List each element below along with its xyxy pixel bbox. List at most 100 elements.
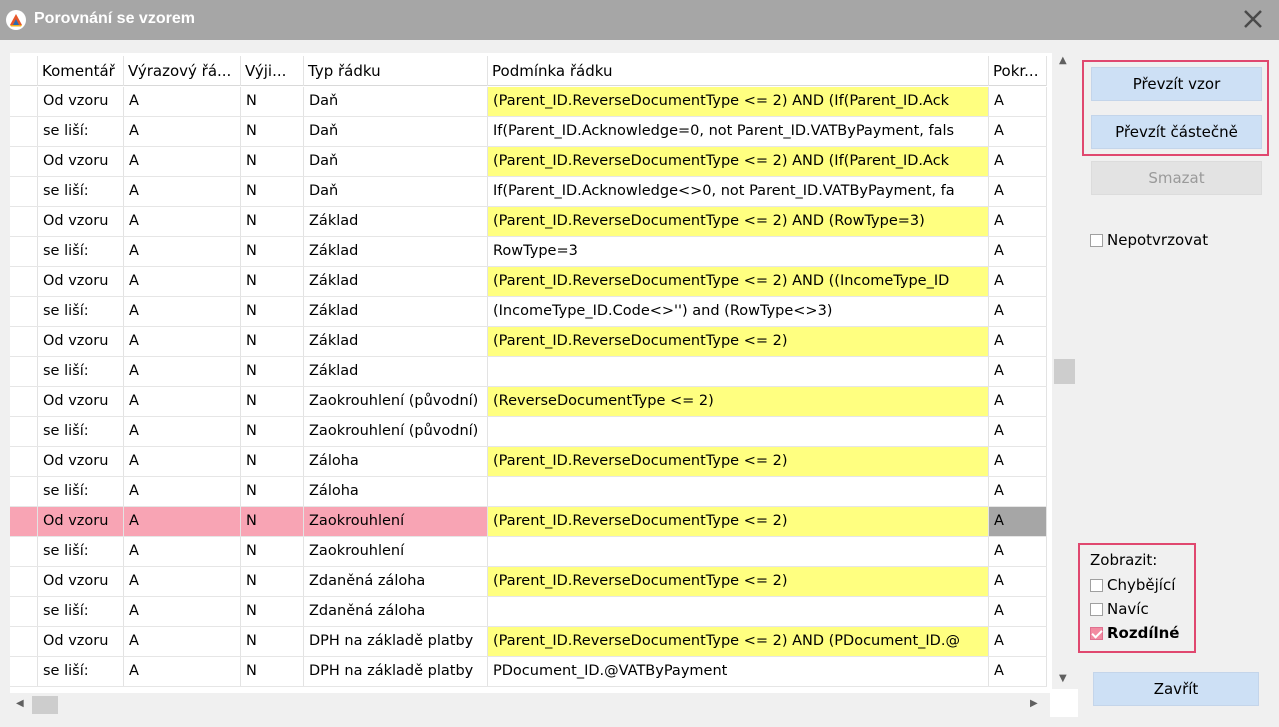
table-row[interactable]: Od vzoru A N Základ (Parent_ID.ReverseDocume…	[10, 267, 1047, 297]
row-selector-cell[interactable]	[10, 507, 38, 536]
comment-cell[interactable]: se liší:	[38, 297, 124, 326]
continue-cell[interactable]: A	[989, 177, 1047, 206]
comment-cell[interactable]: se liší:	[38, 537, 124, 566]
show-extra-box[interactable]	[1090, 602, 1103, 616]
comment-cell[interactable]: Od vzoru	[38, 507, 124, 536]
expression-cell[interactable]: A	[124, 327, 241, 356]
exception-cell[interactable]: N	[241, 507, 304, 536]
column-header-comment[interactable]: Komentář	[38, 56, 124, 86]
row-selector-cell[interactable]	[10, 537, 38, 566]
row-type-cell[interactable]: Zaokrouhlení (původní)	[304, 387, 488, 416]
row-type-cell[interactable]: Základ	[304, 297, 488, 326]
row-type-cell[interactable]: Záloha	[304, 477, 488, 506]
continue-cell[interactable]: A	[989, 597, 1047, 626]
table-row[interactable]: se liší: A N Zaokrouhlení A	[10, 537, 1047, 567]
continue-cell[interactable]: A	[989, 357, 1047, 386]
table-row[interactable]: se liší: A N Základ RowType=3 A	[10, 237, 1047, 267]
continue-cell[interactable]: A	[989, 147, 1047, 176]
show-missing-box[interactable]	[1090, 578, 1103, 592]
row-condition-cell[interactable]: (Parent_ID.ReverseDocumentType <= 2) AND…	[488, 267, 989, 296]
table-row[interactable]: se liší: A N Záloha A	[10, 477, 1047, 507]
vertical-scroll-thumb[interactable]	[1054, 359, 1075, 384]
continue-cell[interactable]: A	[989, 447, 1047, 476]
table-row[interactable]: Od vzoru A N Zaokrouhlení (Parent_ID.Reverse…	[10, 507, 1047, 537]
row-selector-cell[interactable]	[10, 267, 38, 296]
row-type-cell[interactable]: Daň	[304, 177, 488, 206]
comment-cell[interactable]: se liší:	[38, 477, 124, 506]
no-confirm-checkbox[interactable]: Nepotvrzovat	[1090, 231, 1208, 249]
show-extra-checkbox[interactable]: Navíc	[1090, 600, 1149, 618]
row-condition-cell[interactable]: (Parent_ID.ReverseDocumentType <= 2) AND…	[488, 147, 989, 176]
exception-cell[interactable]: N	[241, 567, 304, 596]
comment-cell[interactable]: Od vzoru	[38, 567, 124, 596]
table-row[interactable]: se liší: A N Daň If(Parent_ID.Acknowledge=0,…	[10, 117, 1047, 147]
expression-cell[interactable]: A	[124, 297, 241, 326]
exception-cell[interactable]: N	[241, 237, 304, 266]
row-condition-cell[interactable]: (Parent_ID.ReverseDocumentType <= 2) AND…	[488, 87, 989, 116]
expression-cell[interactable]: A	[124, 267, 241, 296]
row-condition-cell[interactable]: If(Parent_ID.Acknowledge=0, not Parent_I…	[488, 117, 989, 146]
exception-cell[interactable]: N	[241, 597, 304, 626]
column-header-selector[interactable]	[10, 56, 38, 86]
row-condition-cell[interactable]	[488, 597, 989, 626]
row-type-cell[interactable]: Zdaněná záloha	[304, 567, 488, 596]
continue-cell[interactable]: A	[989, 207, 1047, 236]
row-selector-cell[interactable]	[10, 207, 38, 236]
exception-cell[interactable]: N	[241, 267, 304, 296]
column-header-continue[interactable]: Pokr...	[989, 56, 1047, 86]
expression-cell[interactable]: A	[124, 147, 241, 176]
table-row[interactable]: Od vzoru A N Zdaněná záloha (Parent_ID.Rever…	[10, 567, 1047, 597]
table-row[interactable]: se liší: A N Daň If(Parent_ID.Acknowledge<>0…	[10, 177, 1047, 207]
row-selector-cell[interactable]	[10, 147, 38, 176]
exception-cell[interactable]: N	[241, 297, 304, 326]
row-type-cell[interactable]: Daň	[304, 87, 488, 116]
row-condition-cell[interactable]: (Parent_ID.ReverseDocumentType <= 2) AND…	[488, 627, 989, 656]
comment-cell[interactable]: Od vzoru	[38, 147, 124, 176]
expression-cell[interactable]: A	[124, 357, 241, 386]
continue-cell[interactable]: A	[989, 477, 1047, 506]
exception-cell[interactable]: N	[241, 87, 304, 116]
continue-cell[interactable]: A	[989, 117, 1047, 146]
row-condition-cell[interactable]: (Parent_ID.ReverseDocumentType <= 2) AND…	[488, 207, 989, 236]
row-condition-cell[interactable]: PDocument_ID.@VATByPayment	[488, 657, 989, 686]
row-selector-cell[interactable]	[10, 597, 38, 626]
exception-cell[interactable]: N	[241, 447, 304, 476]
continue-cell[interactable]: A	[989, 297, 1047, 326]
table-row[interactable]: Od vzoru A N Záloha (Parent_ID.ReverseDocume…	[10, 447, 1047, 477]
comment-cell[interactable]: Od vzoru	[38, 387, 124, 416]
row-condition-cell[interactable]: (IncomeType_ID.Code<>'') and (RowType<>3…	[488, 297, 989, 326]
row-condition-cell[interactable]: (Parent_ID.ReverseDocumentType <= 2)	[488, 447, 989, 476]
row-selector-cell[interactable]	[10, 627, 38, 656]
continue-cell[interactable]: A	[989, 627, 1047, 656]
row-condition-cell[interactable]: RowType=3	[488, 237, 989, 266]
row-selector-cell[interactable]	[10, 657, 38, 686]
row-condition-cell[interactable]	[488, 477, 989, 506]
row-condition-cell[interactable]: (Parent_ID.ReverseDocumentType <= 2)	[488, 507, 989, 536]
expression-cell[interactable]: A	[124, 207, 241, 236]
table-row[interactable]: Od vzoru A N Základ (Parent_ID.ReverseDocume…	[10, 327, 1047, 357]
row-condition-cell[interactable]: (Parent_ID.ReverseDocumentType <= 2)	[488, 567, 989, 596]
comment-cell[interactable]: se liší:	[38, 237, 124, 266]
row-selector-cell[interactable]	[10, 477, 38, 506]
row-selector-cell[interactable]	[10, 447, 38, 476]
expression-cell[interactable]: A	[124, 417, 241, 446]
expression-cell[interactable]: A	[124, 387, 241, 416]
expression-cell[interactable]: A	[124, 117, 241, 146]
expression-cell[interactable]: A	[124, 507, 241, 536]
row-type-cell[interactable]: Daň	[304, 147, 488, 176]
row-type-cell[interactable]: Základ	[304, 207, 488, 236]
exception-cell[interactable]: N	[241, 177, 304, 206]
comment-cell[interactable]: Od vzoru	[38, 447, 124, 476]
comment-cell[interactable]: Od vzoru	[38, 627, 124, 656]
horizontal-scrollbar[interactable]: ◀ ▶	[10, 693, 1050, 717]
scroll-up-icon[interactable]: ▲	[1059, 55, 1067, 66]
exception-cell[interactable]: N	[241, 417, 304, 446]
exception-cell[interactable]: N	[241, 537, 304, 566]
row-condition-cell[interactable]: (Parent_ID.ReverseDocumentType <= 2)	[488, 327, 989, 356]
row-condition-cell[interactable]	[488, 357, 989, 386]
show-different-box[interactable]	[1090, 626, 1103, 640]
row-selector-cell[interactable]	[10, 327, 38, 356]
row-type-cell[interactable]: Základ	[304, 327, 488, 356]
show-missing-checkbox[interactable]: Chybějící	[1090, 576, 1175, 594]
exception-cell[interactable]: N	[241, 207, 304, 236]
